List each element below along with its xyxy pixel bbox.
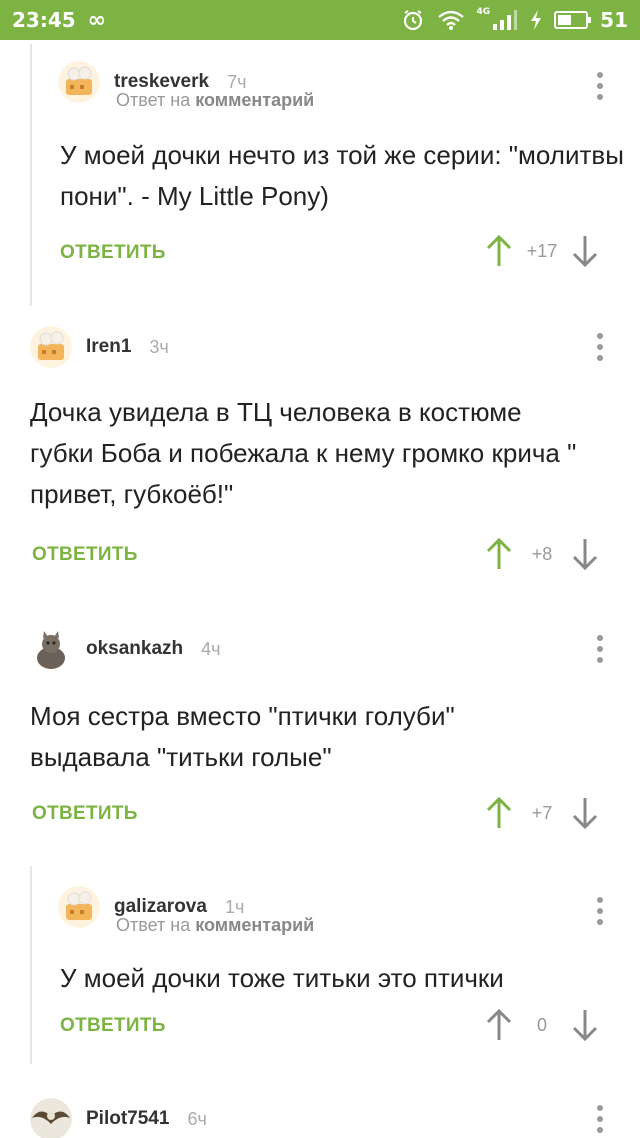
wifi-icon (437, 10, 464, 30)
comment-text: У моей дочки нечто из той же серии: "мол… (60, 140, 624, 211)
reply-button[interactable]: ОТВЕТИТЬ (60, 1015, 166, 1037)
battery-level: 51 (600, 8, 628, 32)
status-bar: 23:45 ∞ 4G 51 (0, 0, 640, 40)
battery-fill (558, 15, 572, 25)
thread-line (30, 866, 32, 1064)
reply-button[interactable]: ОТВЕТИТЬ (60, 242, 166, 264)
upvote-arrow-icon[interactable] (484, 796, 514, 830)
avatar[interactable] (30, 628, 72, 670)
downvote-arrow-icon[interactable] (570, 234, 600, 268)
cat-avatar-icon (30, 628, 72, 670)
comment-time: 4ч (201, 638, 221, 659)
comment-text: Моя сестра вместо "птички голуби" выдава… (30, 701, 455, 772)
avatar[interactable] (58, 886, 100, 928)
downvote-arrow-icon[interactable] (570, 1008, 600, 1042)
avatar[interactable] (58, 61, 100, 103)
comment-rating: 0 (536, 1014, 547, 1035)
upvote-arrow-icon[interactable] (484, 1008, 514, 1042)
battery-icon (554, 11, 592, 29)
reply-to-link[interactable]: комментарий (195, 915, 314, 935)
status-time: 23:45 (12, 8, 76, 32)
signal-icon (493, 10, 518, 30)
reply-button[interactable]: ОТВЕТИТЬ (32, 803, 138, 825)
charging-icon (531, 10, 542, 30)
reply-to-link[interactable]: комментарий (195, 90, 314, 110)
username[interactable]: Pilot7541 (86, 1108, 169, 1130)
comment-text: У моей дочки тоже титьки это птички (60, 963, 504, 993)
reply-button[interactable]: ОТВЕТИТЬ (32, 544, 138, 566)
comment-rating: +8 (531, 543, 553, 564)
comment-menu-icon[interactable] (590, 1105, 610, 1133)
comment-rating: +17 (526, 240, 558, 261)
comment-time: 6ч (187, 1108, 207, 1129)
comment-menu-icon[interactable] (590, 333, 610, 361)
eagle-avatar-icon (30, 1098, 72, 1138)
vote-controls: +8 (484, 537, 600, 571)
bear-cake-avatar-icon (30, 326, 72, 368)
vote-controls: 0 (484, 1008, 600, 1042)
comment-text: Дочка увидела в ТЦ человека в костюме гу… (30, 397, 577, 509)
avatar[interactable] (30, 1098, 72, 1138)
avatar[interactable] (30, 326, 72, 368)
vote-controls: +17 (484, 234, 600, 268)
comment-time: 3ч (149, 336, 169, 357)
upvote-arrow-icon[interactable] (484, 234, 514, 268)
vote-controls: +7 (484, 796, 600, 830)
username[interactable]: Iren1 (86, 336, 131, 358)
comment-menu-icon[interactable] (590, 897, 610, 925)
infinity-icon: ∞ (87, 7, 106, 33)
status-icons: 4G 51 (401, 7, 628, 32)
downvote-arrow-icon[interactable] (570, 796, 600, 830)
upvote-arrow-icon[interactable] (484, 537, 514, 571)
network-type-label: 4G (476, 7, 491, 17)
comment-rating: +7 (531, 802, 553, 823)
comment-menu-icon[interactable] (590, 635, 610, 663)
downvote-arrow-icon[interactable] (570, 537, 600, 571)
thread-line (30, 44, 32, 306)
username[interactable]: oksankazh (86, 638, 183, 660)
reply-to-label: Ответ на комментарий (116, 90, 315, 110)
bear-cake-avatar-icon (58, 886, 100, 928)
comment-menu-icon[interactable] (590, 72, 610, 100)
reply-to-label: Ответ на комментарий (116, 915, 315, 935)
bear-cake-avatar-icon (58, 61, 100, 103)
alarm-clock-icon (403, 10, 422, 31)
